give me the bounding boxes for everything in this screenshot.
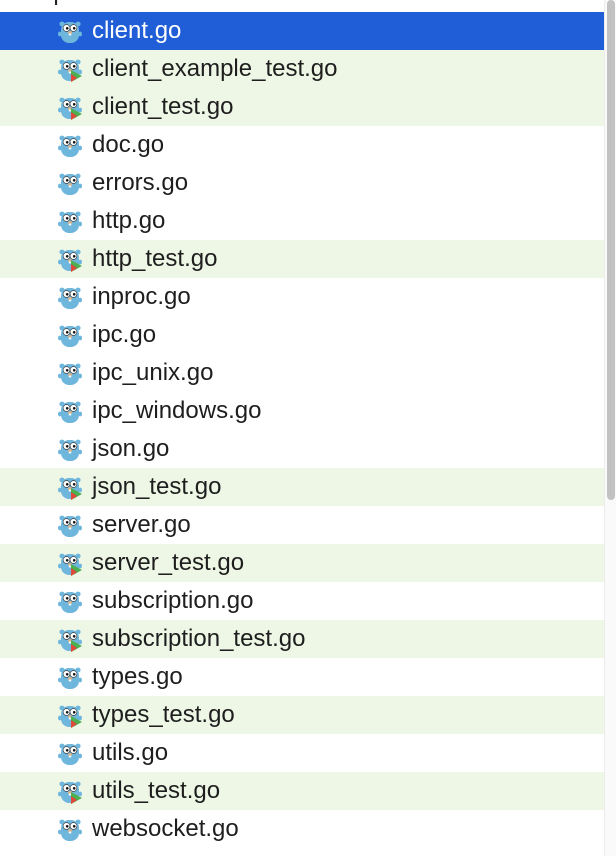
folder-row-ipc[interactable]: ipc [0, 0, 604, 12]
file-row[interactable]: client_example_test.go [0, 50, 604, 88]
file-name: types.go [92, 663, 183, 690]
file-list: client.go client_example_test.go client_te… [0, 12, 604, 848]
project-file-tree: ipc client.goclient_example_test.goclien… [0, 0, 616, 856]
file-name: json.go [92, 435, 170, 462]
file-row[interactable]: subscription_test.go [0, 620, 604, 658]
go-file-icon [58, 285, 82, 311]
go-file-icon [58, 133, 82, 159]
file-name: server_test.go [92, 549, 245, 576]
file-row[interactable]: utils.go [0, 734, 604, 772]
file-row[interactable]: inproc.go [0, 278, 604, 316]
file-name: types_test.go [92, 701, 235, 728]
go-file-icon [58, 437, 82, 463]
go-file-icon [58, 589, 82, 615]
go-test-file-icon [58, 703, 82, 729]
file-name: server.go [92, 511, 191, 538]
go-file-icon [58, 399, 82, 425]
file-row[interactable]: server.go [0, 506, 604, 544]
file-name: utils.go [92, 739, 169, 766]
file-row[interactable]: json_test.go [0, 468, 604, 506]
file-row[interactable]: websocket.go [0, 810, 604, 848]
go-test-file-icon [58, 627, 82, 653]
file-row[interactable]: ipc_windows.go [0, 392, 604, 430]
go-file-icon [58, 361, 82, 387]
file-name: client.go [92, 17, 182, 44]
file-name: http_test.go [92, 245, 218, 272]
folder-label: ipc [48, 0, 79, 12]
file-name: json_test.go [92, 473, 222, 500]
file-name: ipc_windows.go [92, 397, 262, 424]
file-row[interactable]: client.go [0, 12, 604, 50]
go-test-file-icon [58, 475, 82, 501]
file-name: utils_test.go [92, 777, 221, 804]
go-test-file-icon [58, 57, 82, 83]
file-name: inproc.go [92, 283, 191, 310]
file-name: websocket.go [92, 815, 239, 842]
file-name: client_example_test.go [92, 55, 338, 82]
file-row[interactable]: doc.go [0, 126, 604, 164]
file-row[interactable]: json.go [0, 430, 604, 468]
go-test-file-icon [58, 551, 82, 577]
go-file-icon [58, 665, 82, 691]
file-row[interactable]: types_test.go [0, 696, 604, 734]
file-name: http.go [92, 207, 166, 234]
go-file-icon [58, 741, 82, 767]
file-name: ipc_unix.go [92, 359, 214, 386]
file-name: subscription_test.go [92, 625, 306, 652]
file-name: doc.go [92, 131, 165, 158]
file-name: errors.go [92, 169, 189, 196]
go-test-file-icon [58, 247, 82, 273]
file-row[interactable]: types.go [0, 658, 604, 696]
file-row[interactable]: client_test.go [0, 88, 604, 126]
file-name: subscription.go [92, 587, 254, 614]
go-test-file-icon [58, 95, 82, 121]
file-row[interactable]: server_test.go [0, 544, 604, 582]
go-file-icon [58, 171, 82, 197]
file-row[interactable]: subscription.go [0, 582, 604, 620]
file-row[interactable]: http_test.go [0, 240, 604, 278]
file-name: client_test.go [92, 93, 234, 120]
file-row[interactable]: http.go [0, 202, 604, 240]
file-row[interactable]: ipc_unix.go [0, 354, 604, 392]
go-file-icon [58, 209, 82, 235]
go-file-icon [58, 323, 82, 349]
file-row[interactable]: ipc.go [0, 316, 604, 354]
file-row[interactable]: errors.go [0, 164, 604, 202]
vertical-scrollbar[interactable] [604, 0, 616, 856]
file-name: ipc.go [92, 321, 157, 348]
scrollbar-thumb[interactable] [607, 0, 615, 500]
go-file-icon [58, 19, 82, 45]
go-file-icon [58, 513, 82, 539]
go-test-file-icon [58, 779, 82, 805]
file-row[interactable]: utils_test.go [0, 772, 604, 810]
go-file-icon [58, 817, 82, 843]
